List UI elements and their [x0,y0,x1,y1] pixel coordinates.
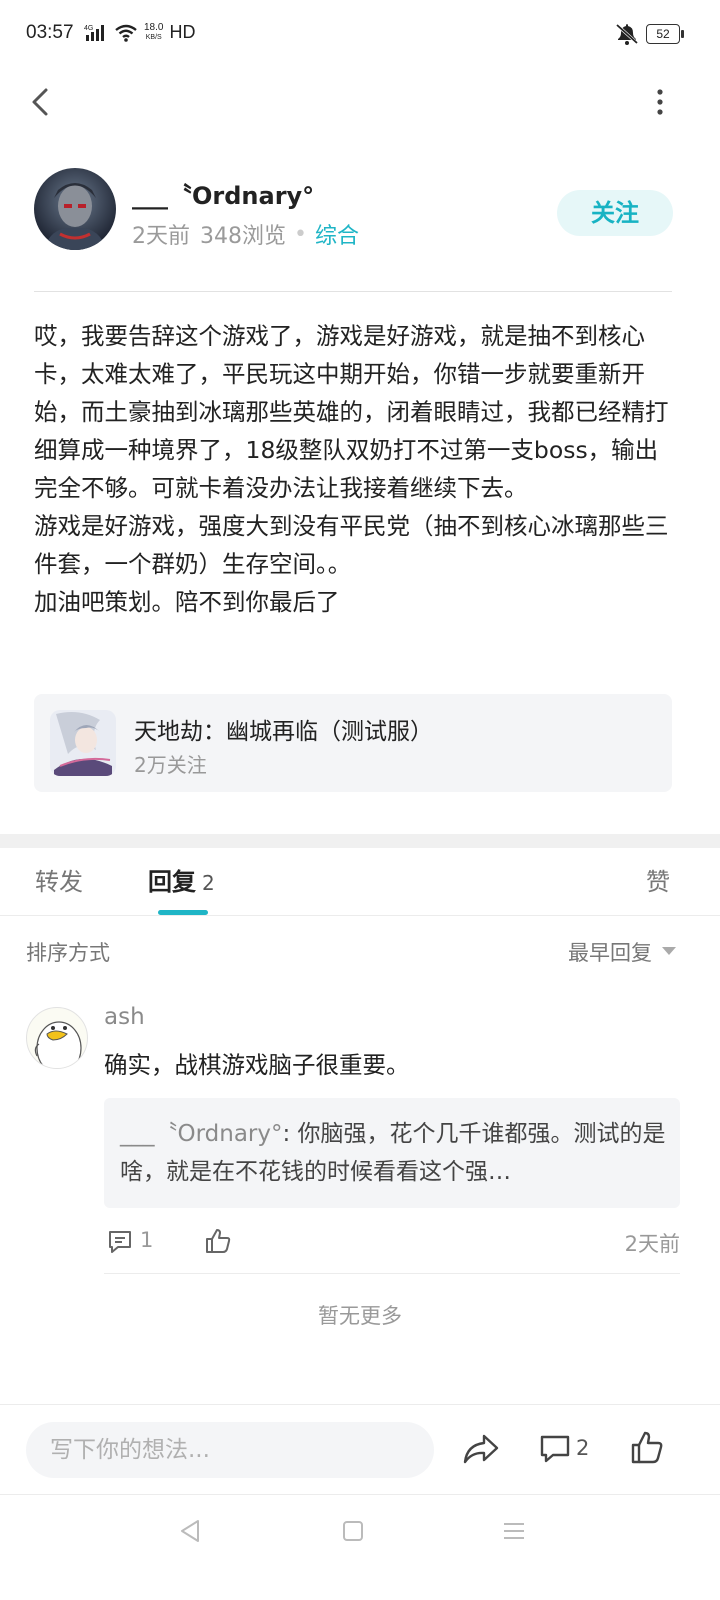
commenter-name[interactable]: ash [104,1004,145,1030]
post-paragraph: 加油吧策划。陪不到你最后了 [34,588,340,616]
nav-back-icon[interactable] [176,1515,204,1547]
wifi-icon [115,24,137,42]
status-bar: 03:57 4G 18.0 KB/S HD 52 [0,0,720,72]
comment-time: 2天前 [624,1232,680,1256]
commenter-avatar[interactable] [26,1007,88,1069]
hd-indicator: HD [169,22,196,42]
comment-divider [104,1273,680,1274]
like-icon[interactable] [630,1430,664,1466]
sort-dropdown[interactable]: 最早回复 [568,937,652,967]
nav-home-icon[interactable] [340,1515,368,1547]
comment-icon[interactable] [106,1228,134,1256]
category-link[interactable]: 综合 [315,218,359,250]
follow-button[interactable]: 关注 [557,190,673,236]
more-vertical-icon[interactable] [650,86,670,118]
quote-author[interactable]: ___〝Ordnary° [120,1121,283,1147]
nav-divider [0,1494,720,1495]
tab-divider [0,915,720,916]
network-speed: 18.0 KB/S [144,21,164,41]
view-count: 348浏览 [200,224,286,249]
tab-like[interactable]: 赞 [646,862,670,897]
comment-reply-count: 1 [140,1228,154,1252]
post-time: 2天前 [132,224,190,249]
tab-reply-count: 2 [202,871,215,895]
comment-icon[interactable] [538,1432,572,1466]
tab-reply-label: 回复 [148,868,196,896]
quote-text: ___〝Ordnary°: 你脑强，花个几千谁都强。测试的是啥，就是在不花钱的时… [120,1115,668,1191]
sort-label: 排序方式 [26,941,110,965]
caret-down-icon[interactable] [662,947,676,955]
author-name[interactable]: ___〝Ordnary° [132,176,314,211]
post-paragraph: 哎，我要告辞这个游戏了，游戏是好游戏，就是抽不到核心卡，太难太难了，平民玩这中期… [34,322,669,502]
nav-menu-icon[interactable] [500,1515,528,1547]
tab-reply[interactable]: 回复 2 [148,862,215,897]
mute-icon [615,23,639,45]
status-time: 03:57 [26,22,74,43]
network-indicators: 4G 18.0 KB/S HD [84,22,195,43]
like-icon[interactable] [204,1227,232,1255]
author-avatar[interactable] [34,168,116,250]
no-more-text: 暂无更多 [318,1304,402,1328]
game-followers: 2万关注 [134,753,207,777]
share-icon[interactable] [462,1432,500,1466]
post-content: 哎，我要告辞这个游戏了，游戏是好游戏，就是抽不到核心卡，太难太难了，平民玩这中期… [34,317,676,621]
section-divider [0,834,720,848]
comment-count: 2 [576,1436,590,1460]
post-meta: 2天前 348浏览 • 综合 [132,218,359,250]
game-card[interactable]: 天地劫：幽城再临（测试服） 2万关注 [34,694,672,792]
comment-text: 确实，战棋游戏脑子很重要。 [104,1051,410,1079]
comment-input[interactable] [26,1422,434,1478]
divider [34,291,672,292]
game-icon [50,710,116,776]
bottom-divider [0,1404,720,1405]
signal-icon: 4G [84,24,104,41]
author-avatar-image [34,168,116,250]
back-icon[interactable] [24,82,64,122]
quoted-reply[interactable]: ___〝Ordnary°: 你脑强，花个几千谁都强。测试的是啥，就是在不花钱的时… [104,1098,680,1208]
svg-text:4G: 4G [84,25,93,32]
battery-icon: 52 [646,24,684,44]
game-title: 天地劫：幽城再临（测试服） [134,719,433,745]
tab-repost[interactable]: 转发 [35,862,83,897]
post-paragraph: 游戏是好游戏，强度大到没有平民党（抽不到核心冰璃那些三件套，一个群奶）生存空间。… [34,512,669,578]
meta-separator: • [294,221,307,247]
